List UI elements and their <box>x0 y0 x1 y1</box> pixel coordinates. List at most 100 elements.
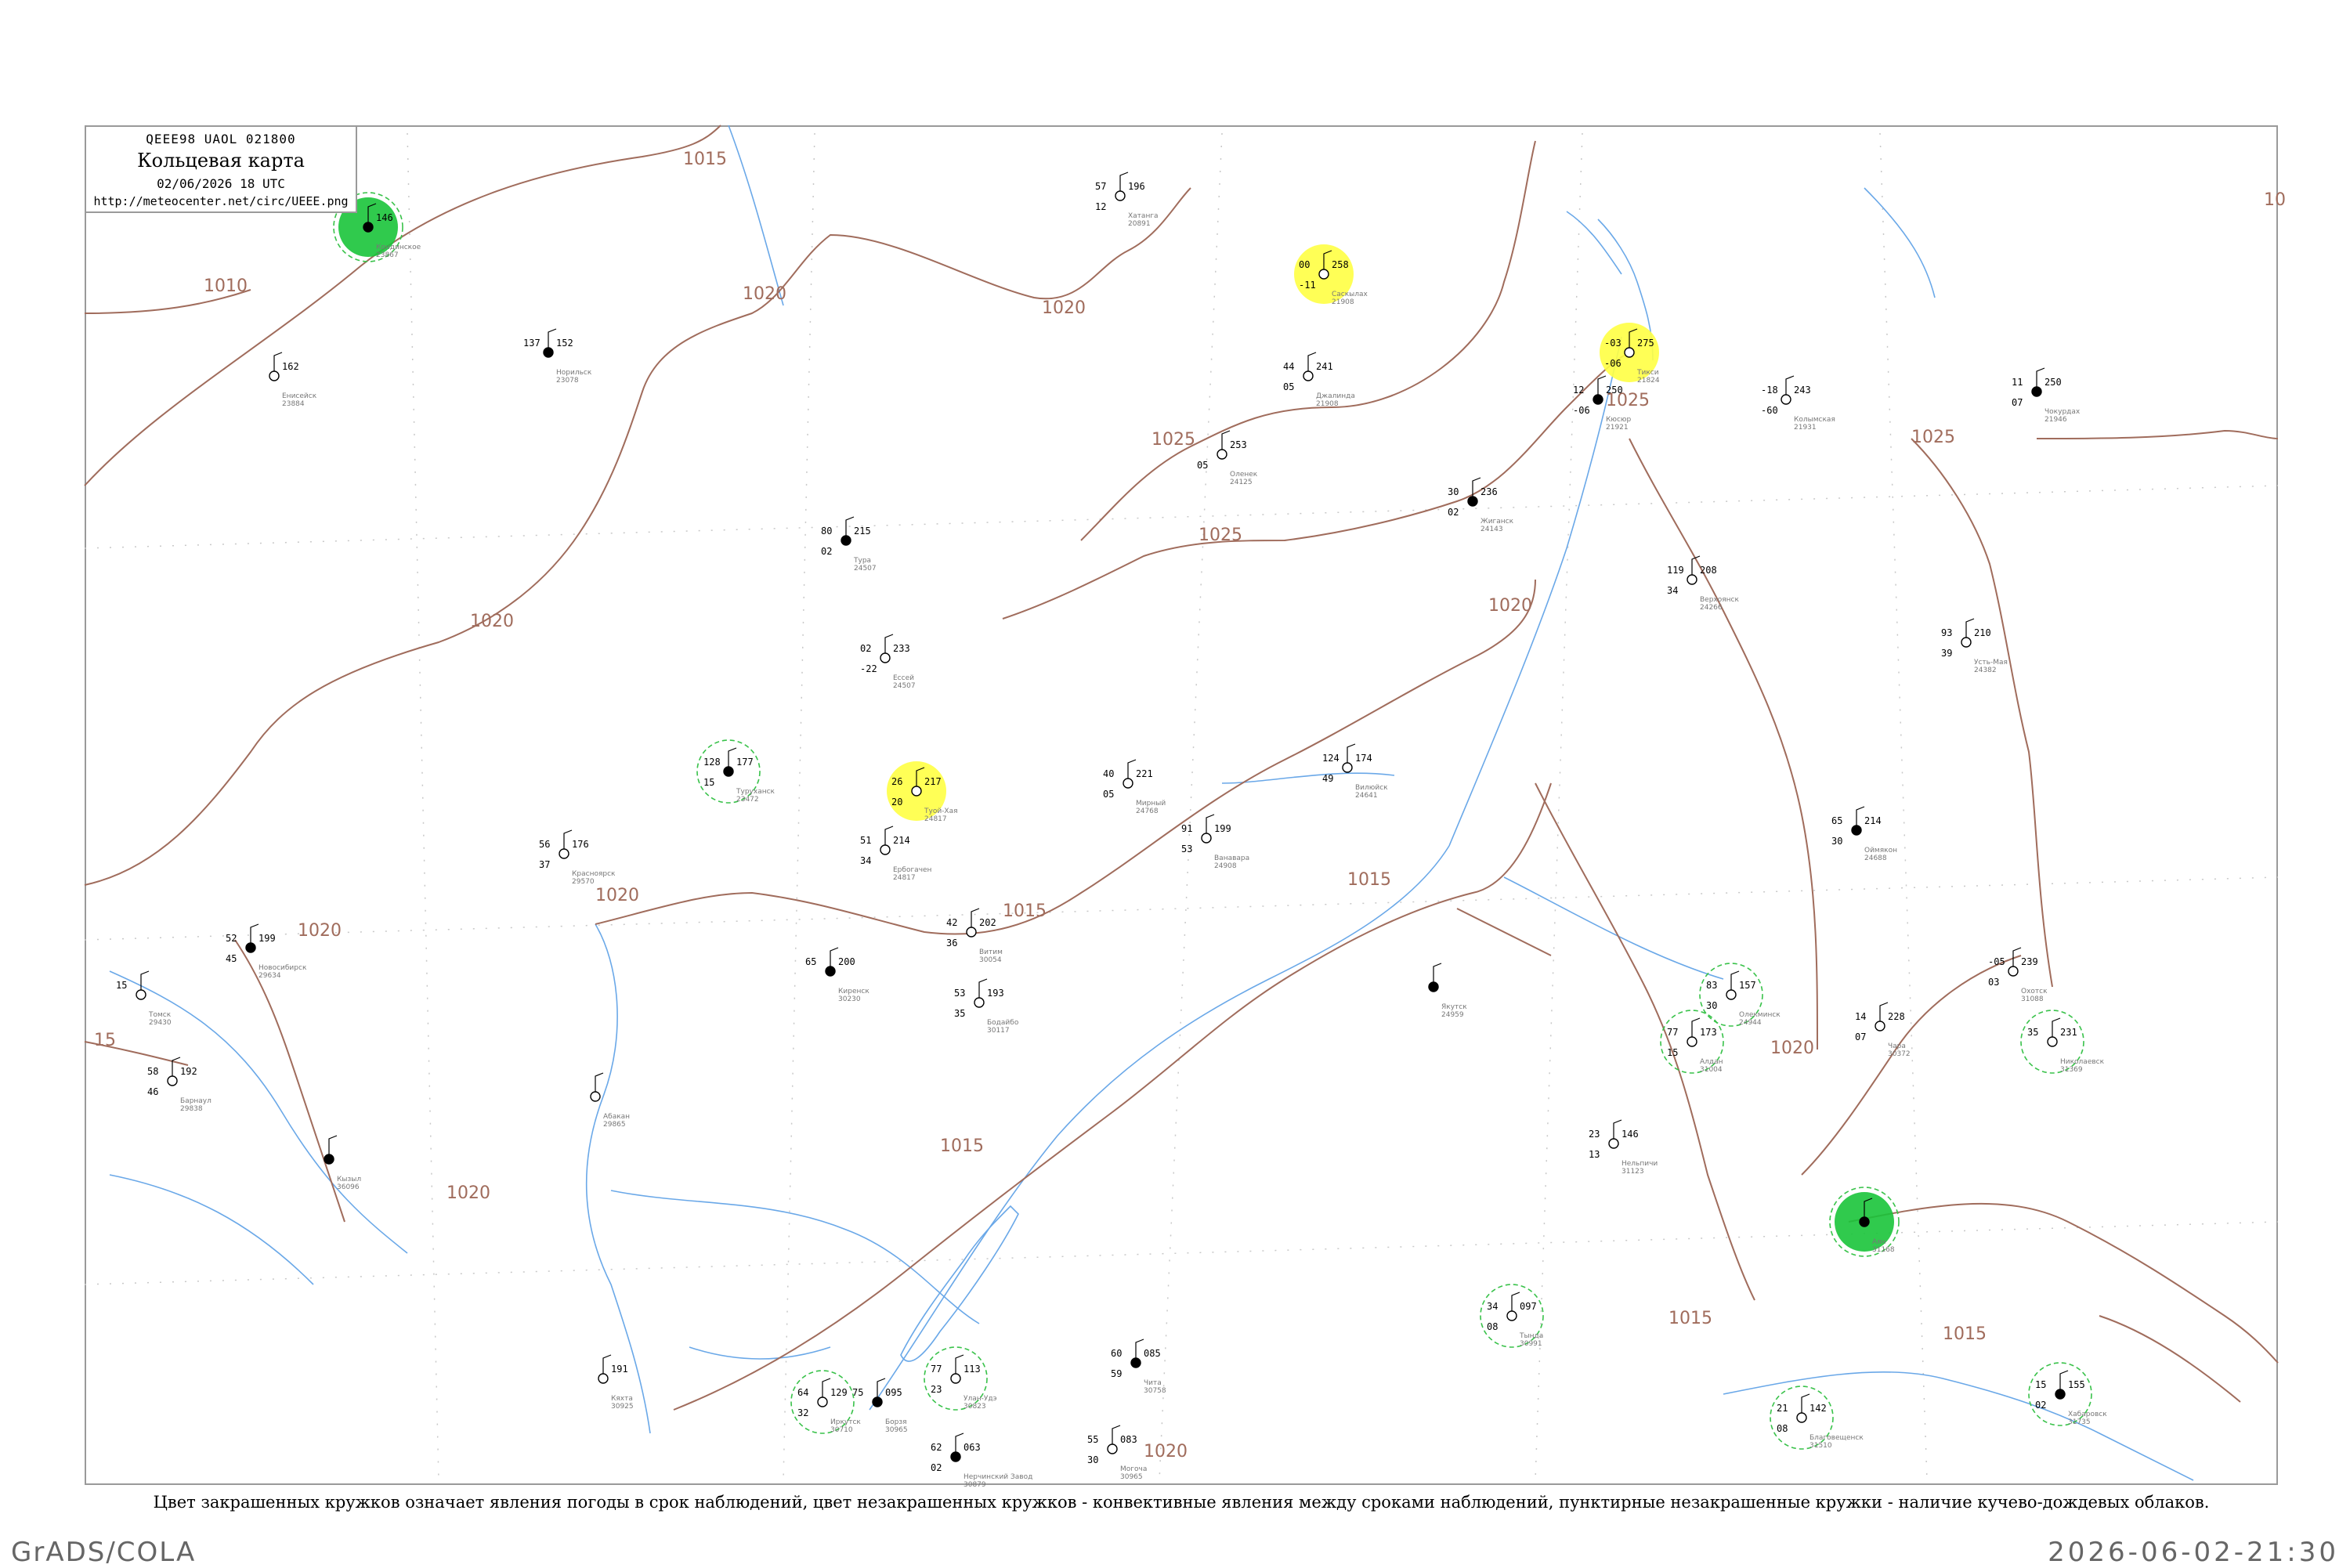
station-31510[interactable]: 21 142 08 Благовещенск31510 <box>1770 1386 1864 1450</box>
station-24382[interactable]: 93 210 39 Усть-Мая24382 <box>1941 618 2008 674</box>
wind-barb-icon <box>328 1135 338 1154</box>
station-29634[interactable]: 52 199 45 Новосибирск29634 <box>226 923 307 980</box>
station-name: Улан-Удэ <box>964 1395 997 1403</box>
station-id: 30991 <box>1520 1340 1542 1348</box>
wind-barb-icon <box>1347 743 1356 763</box>
station-name: Алдан <box>1700 1058 1723 1066</box>
station-30758[interactable]: 60 085 59 Чита30758 <box>1111 1339 1166 1395</box>
station-dewpoint: 32 <box>797 1407 808 1418</box>
station-30054[interactable]: 42 202 36 Витим30054 <box>946 908 1003 964</box>
station-circle-icon <box>1201 833 1212 844</box>
station-name: Жиганск <box>1480 518 1514 526</box>
wind-barb-icon <box>1801 1393 1810 1413</box>
station-31369[interactable]: 35 231 Николаевск31369 <box>2020 1010 2105 1074</box>
station-circle-icon <box>543 347 554 358</box>
station-30117[interactable]: 53 193 35 Бодайбо30117 <box>954 978 1019 1035</box>
station-30991[interactable]: 34 097 08 Тында30991 <box>1480 1284 1544 1348</box>
station-31168[interactable]: Аян31168 <box>1829 1187 1900 1257</box>
isobar-1020-west <box>84 187 1191 886</box>
synoptic-map[interactable]: 10151010 10201020102510201025102010201020… <box>0 0 2350 1566</box>
wind-barb-icon <box>1597 375 1607 395</box>
wind-barb-icon <box>2059 1370 2069 1389</box>
station-30230[interactable]: 65 200 Киренск30230 <box>805 947 870 1003</box>
graticule-line <box>84 485 2279 549</box>
station-id: 30117 <box>987 1027 1010 1035</box>
station-id: 30823 <box>964 1403 986 1411</box>
station-id: 29634 <box>258 972 281 980</box>
station-pressure: 063 <box>964 1442 981 1453</box>
station-29570[interactable]: 56 176 37 Красноярск29570 <box>539 829 616 886</box>
station-29865[interactable]: Абакан29865 <box>590 1072 630 1129</box>
station-id: 29570 <box>572 878 595 886</box>
station-24817[interactable]: 26 217 20 Туой-Хая24817 <box>887 761 958 823</box>
station-21908[interactable]: 44 241 05 Джалинда21908 <box>1283 352 1355 408</box>
station-30925[interactable]: 191 Кяхта30925 <box>598 1354 634 1411</box>
river-selenga <box>689 1346 831 1360</box>
station-23884[interactable]: 162 Енисейск23884 <box>269 352 317 408</box>
map-url[interactable]: http://meteocenter.net/circ/UEEE.png <box>86 194 356 208</box>
station-24908[interactable]: 91 199 53 Ванавара24908 <box>1181 814 1249 870</box>
station-24143[interactable]: 30 236 02 Жиганск24143 <box>1448 477 1514 533</box>
station-id: 31369 <box>2060 1066 2083 1074</box>
station-pressure: 196 <box>1128 181 1145 192</box>
station-29430[interactable]: 15 Томск29430 <box>116 970 172 1027</box>
wind-barb-icon <box>971 908 980 927</box>
station-temperature: 14 <box>1855 1011 1866 1022</box>
station-30372[interactable]: 14 228 07 Чара30372 <box>1855 1002 1911 1058</box>
station-pressure: 215 <box>854 526 871 537</box>
station-21931[interactable]: -18 243 -60 Колымская21931 <box>1761 375 1835 432</box>
station-24266[interactable]: 119 208 34 Верхоянск24266 <box>1667 555 1740 612</box>
station-30965[interactable]: 55 083 30 Могоча30965 <box>1087 1425 1147 1481</box>
station-id: 24382 <box>1974 667 1997 674</box>
station-temperature: 124 <box>1322 753 1340 764</box>
river-yenisei <box>585 923 651 1434</box>
station-20891[interactable]: 57 196 12 Хатанга20891 <box>1095 172 1159 228</box>
isobar-label: 1015 <box>683 150 727 169</box>
station-30879[interactable]: 62 063 02 Нерчинский Завод30879 <box>931 1433 1032 1489</box>
station-name: Николаевск <box>2060 1058 2105 1066</box>
station-24507[interactable]: 80 215 02 Тура24507 <box>821 516 877 573</box>
station-circle-icon <box>269 370 280 381</box>
station-24959[interactable]: Якутск24959 <box>1428 963 1467 1019</box>
station-dewpoint: 08 <box>1777 1423 1788 1434</box>
station-24688[interactable]: 65 214 30 Оймякон24688 <box>1831 806 1897 862</box>
station-circle-icon <box>1342 762 1353 773</box>
station-30823[interactable]: 77 113 23 Улан-Удэ30823 <box>924 1346 997 1411</box>
station-23472[interactable]: 128 177 15 Туруханск23472 <box>696 739 776 804</box>
map-date: 02/06/2026 18 UTC <box>157 176 285 191</box>
station-29838[interactable]: 58 192 46 Барнаул29838 <box>147 1057 212 1113</box>
wind-barb-icon <box>172 1057 181 1076</box>
station-circle-icon <box>966 927 977 938</box>
station-circle-icon <box>825 966 836 977</box>
stations-layer: 146Кондинское2386740 22105Мирный24768124 1… <box>116 172 2107 1489</box>
station-pressure: 162 <box>282 361 299 372</box>
station-36096[interactable]: Кызыл36096 <box>324 1135 361 1191</box>
station-31735[interactable]: 15 155 02 Хабаровск31735 <box>2028 1362 2107 1426</box>
station-pressure: 214 <box>893 835 910 846</box>
station-24641[interactable]: 124 174 49 Вилюйск24641 <box>1322 743 1388 800</box>
wind-barb-icon <box>1433 963 1442 982</box>
station-circle-icon <box>880 844 891 855</box>
wind-barb-icon <box>830 947 839 966</box>
station-id: 23884 <box>282 400 305 408</box>
station-dewpoint: 15 <box>703 777 714 788</box>
graticule-line <box>84 876 2279 941</box>
station-24507[interactable]: 02 233 -22 Ессей24507 <box>860 634 916 690</box>
footer-timestamp: 2026-06-02-21:30 <box>2048 1537 2339 1568</box>
station-21824[interactable]: -03 275 -06 Тикси21824 <box>1600 323 1660 385</box>
station-circle-icon <box>1624 347 1635 358</box>
station-temperature: 128 <box>703 757 721 768</box>
station-21946[interactable]: 11 250 07 Чокурдах21946 <box>2012 367 2081 424</box>
station-31123[interactable]: 23 146 13 Нельпичи31123 <box>1589 1119 1658 1176</box>
station-circle-icon <box>1859 1216 1870 1227</box>
station-31004[interactable]: 77 173 15 Алдан31004 <box>1660 1010 1724 1074</box>
isobar-label: 1020 <box>298 921 342 941</box>
station-24768[interactable]: 40 221 05 Мирный24768 <box>1103 759 1166 815</box>
station-24817[interactable]: 51 214 34 Ербогачен24817 <box>860 826 932 882</box>
wind-barb-icon <box>1221 430 1231 450</box>
station-23078[interactable]: 137 152 Норильск23078 <box>523 328 592 385</box>
station-21908[interactable]: 00 258 -11 Саскылах21908 <box>1294 244 1368 306</box>
station-30710[interactable]: 64 129 32 Иркутск30710 <box>790 1370 861 1434</box>
isobar-1025-mid-east <box>1456 908 1552 956</box>
station-circle-icon <box>950 1373 961 1384</box>
